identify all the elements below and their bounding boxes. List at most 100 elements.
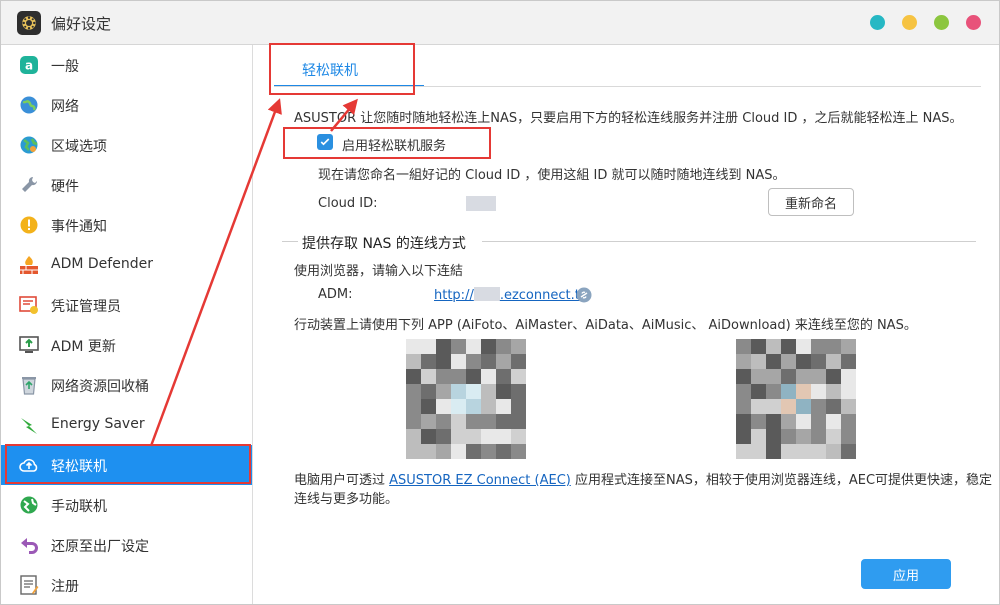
window-teal-button[interactable] bbox=[870, 15, 885, 30]
pc-hint-line2: 连线与更多功能。 bbox=[294, 492, 399, 507]
sidebar-item-notification[interactable]: 事件通知 bbox=[1, 205, 252, 245]
maximize-button[interactable] bbox=[934, 15, 949, 30]
check-icon bbox=[320, 138, 330, 146]
browser-hint: 使用浏览器，请输入以下连結 bbox=[294, 264, 464, 279]
close-button[interactable] bbox=[966, 15, 981, 30]
qr-cell bbox=[481, 339, 496, 354]
qr-cell bbox=[481, 354, 496, 369]
qr-cell bbox=[796, 384, 811, 399]
qr-cell bbox=[796, 399, 811, 414]
region-icon bbox=[18, 134, 40, 156]
qr-cell bbox=[781, 444, 796, 459]
qr-cell bbox=[451, 369, 466, 384]
sidebar-item-hardware[interactable]: 硬件 bbox=[1, 165, 252, 205]
qr-cell bbox=[436, 369, 451, 384]
qr-cell bbox=[736, 414, 751, 429]
qr-cell bbox=[796, 354, 811, 369]
qr-cell bbox=[736, 339, 751, 354]
qr-cell bbox=[496, 354, 511, 369]
qr-cell bbox=[496, 429, 511, 444]
app-icon bbox=[17, 11, 41, 35]
qr-cell bbox=[751, 384, 766, 399]
qr-cell bbox=[406, 354, 421, 369]
qr-cell bbox=[466, 384, 481, 399]
qr-cell bbox=[811, 444, 826, 459]
qr-cell bbox=[406, 339, 421, 354]
qr-cell bbox=[496, 399, 511, 414]
update-icon bbox=[18, 334, 40, 356]
aec-link[interactable]: ASUSTOR EZ Connect (AEC) bbox=[389, 473, 571, 488]
sidebar-item-restore[interactable]: 还原至出厂设定 bbox=[1, 525, 252, 565]
qr-cell bbox=[511, 369, 526, 384]
qr-cell bbox=[481, 399, 496, 414]
recycle-bin-icon bbox=[18, 374, 40, 396]
qr-cell bbox=[841, 399, 856, 414]
preferences-window: 偏好设定 a 一般 网络 区域选项 硬件 事件通知 ADM Defender 凭… bbox=[0, 0, 1000, 605]
sidebar-item-region[interactable]: 区域选项 bbox=[1, 125, 252, 165]
svg-text:a: a bbox=[25, 59, 33, 73]
qr-cell bbox=[481, 414, 496, 429]
enable-ez-connect-checkbox[interactable] bbox=[317, 134, 333, 150]
qr-cell bbox=[736, 429, 751, 444]
restore-icon bbox=[18, 534, 40, 556]
qr-cell bbox=[841, 384, 856, 399]
firewall-icon bbox=[18, 254, 40, 276]
qr-cell bbox=[781, 429, 796, 444]
qr-cell bbox=[766, 354, 781, 369]
adm-link-redacted bbox=[473, 287, 500, 301]
general-icon: a bbox=[18, 54, 40, 76]
hardware-icon bbox=[18, 174, 40, 196]
register-icon bbox=[18, 574, 40, 596]
qr-cell bbox=[436, 429, 451, 444]
qr-cell bbox=[511, 429, 526, 444]
qr-cell bbox=[781, 414, 796, 429]
sidebar-item-manual-connect[interactable]: 手动联机 bbox=[1, 485, 252, 525]
cloud-id-label: Cloud ID: bbox=[318, 196, 378, 211]
qr-cell bbox=[766, 444, 781, 459]
qr-cell bbox=[751, 339, 766, 354]
qr-cell bbox=[466, 429, 481, 444]
qr-cell bbox=[826, 399, 841, 414]
qr-cell bbox=[766, 339, 781, 354]
sidebar-item-ez-connect[interactable]: 轻松联机 bbox=[1, 445, 252, 485]
minimize-button[interactable] bbox=[902, 15, 917, 30]
sidebar-item-register[interactable]: 注册 bbox=[1, 565, 252, 604]
adm-link[interactable]: http://.ezconnect.to bbox=[434, 287, 588, 303]
sidebar: a 一般 网络 区域选项 硬件 事件通知 ADM Defender 凭证管理员 bbox=[1, 45, 253, 604]
qr-cell bbox=[826, 384, 841, 399]
cloud-icon bbox=[18, 454, 40, 476]
qr-cell bbox=[451, 444, 466, 459]
qr-cell bbox=[826, 429, 841, 444]
qr-cell bbox=[451, 354, 466, 369]
sidebar-item-network[interactable]: 网络 bbox=[1, 85, 252, 125]
qr-cell bbox=[811, 414, 826, 429]
sidebar-item-recycle-bin[interactable]: 网络资源回收桶 bbox=[1, 365, 252, 405]
qr-cell bbox=[781, 384, 796, 399]
sidebar-item-adm-defender[interactable]: ADM Defender bbox=[1, 245, 252, 285]
qr-cell bbox=[436, 384, 451, 399]
tab-separator bbox=[274, 86, 981, 87]
qr-cell bbox=[511, 354, 526, 369]
link-icon[interactable] bbox=[576, 287, 592, 303]
section-line-right bbox=[482, 241, 976, 242]
qr-cell bbox=[751, 414, 766, 429]
tab-ez-connect[interactable]: 轻松联机 bbox=[274, 51, 424, 87]
apply-button[interactable]: 应用 bbox=[861, 559, 951, 589]
qr-cell bbox=[421, 444, 436, 459]
qr-code-right bbox=[736, 339, 856, 459]
qr-cell bbox=[421, 429, 436, 444]
qr-cell bbox=[406, 384, 421, 399]
qr-cell bbox=[766, 369, 781, 384]
sidebar-item-certificate[interactable]: 凭证管理员 bbox=[1, 285, 252, 325]
qr-cell bbox=[436, 399, 451, 414]
rename-button[interactable]: 重新命名 bbox=[768, 188, 854, 216]
qr-cell bbox=[796, 414, 811, 429]
qr-cell bbox=[496, 339, 511, 354]
main-panel: 轻松联机 ASUSTOR 让您随时随地轻松连上NAS，只要启用下方的轻松连线服务… bbox=[254, 45, 999, 604]
qr-cell bbox=[436, 444, 451, 459]
qr-cell bbox=[466, 354, 481, 369]
sidebar-item-adm-update[interactable]: ADM 更新 bbox=[1, 325, 252, 365]
qr-cell bbox=[766, 414, 781, 429]
sidebar-item-energy-saver[interactable]: Energy Saver bbox=[1, 405, 252, 445]
sidebar-item-general[interactable]: a 一般 bbox=[1, 45, 252, 85]
